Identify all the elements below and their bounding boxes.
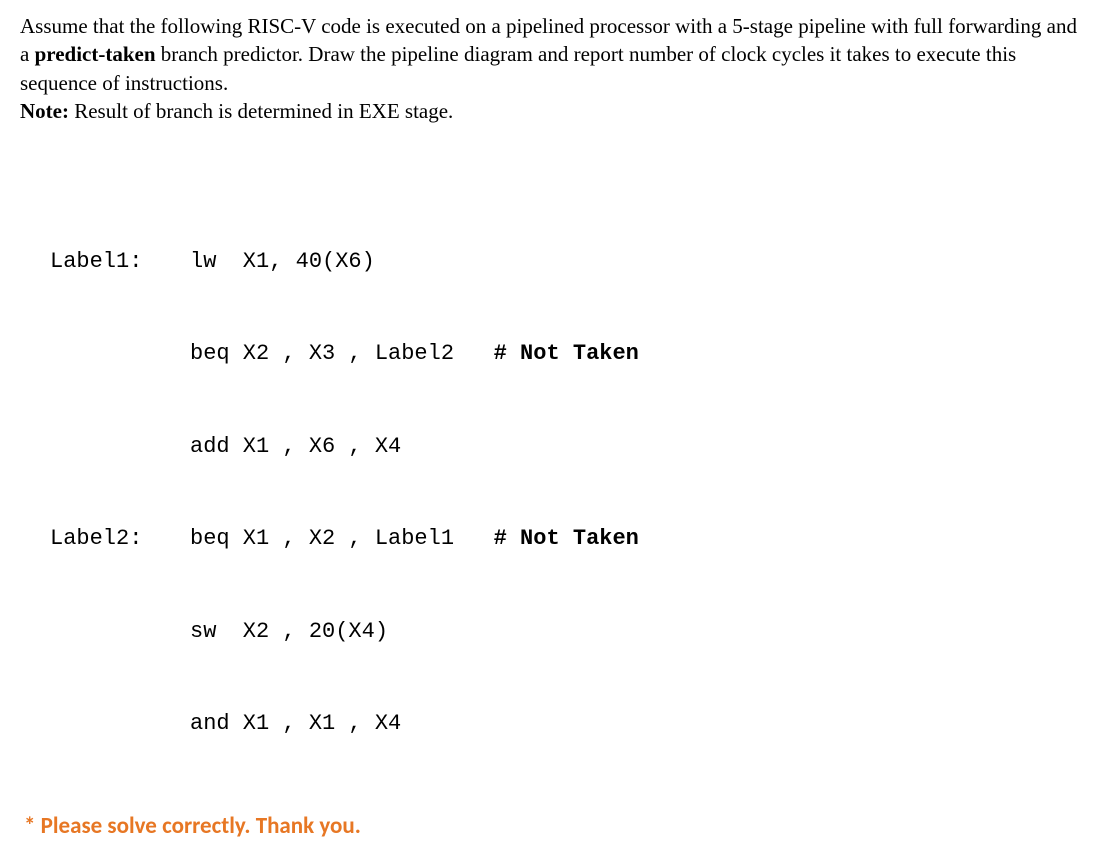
code-comment: # Not Taken: [494, 339, 639, 370]
code-instr: lw X1, 40(X6): [190, 247, 375, 278]
note-label: Note:: [20, 99, 69, 123]
intro-post: branch predictor. Draw the pipeline diag…: [20, 42, 1016, 94]
code-instr: sw X2 , 20(X4): [190, 617, 388, 648]
code-comment: # Not Taken: [494, 524, 639, 555]
code-block: Label1:lw X1, 40(X6) beq X2 , X3 , Label…: [50, 185, 1078, 770]
code-line: Label1:lw X1, 40(X6): [50, 247, 1078, 278]
code-label: [50, 709, 190, 740]
code-label: [50, 617, 190, 648]
code-label: [50, 432, 190, 463]
code-label: [50, 339, 190, 370]
code-line: and X1 , X1 , X4: [50, 709, 1078, 740]
code-label: Label1:: [50, 247, 190, 278]
code-instr: beq X2 , X3 , Label2: [190, 339, 494, 370]
footer-note: * Please solve correctly. Thank you.: [24, 811, 1078, 842]
note-text: Result of branch is determined in EXE st…: [69, 99, 453, 123]
code-instr: beq X1 , X2 , Label1: [190, 524, 494, 555]
code-label: Label2:: [50, 524, 190, 555]
note-line: Note: Result of branch is determined in …: [20, 97, 1078, 125]
intro-bold: predict-taken: [35, 42, 156, 66]
code-line: add X1 , X6 , X4: [50, 432, 1078, 463]
code-line: sw X2 , 20(X4): [50, 617, 1078, 648]
code-instr: and X1 , X1 , X4: [190, 709, 401, 740]
code-instr: add X1 , X6 , X4: [190, 432, 401, 463]
code-line: beq X2 , X3 , Label2 # Not Taken: [50, 339, 1078, 370]
code-line: Label2:beq X1 , X2 , Label1 # Not Taken: [50, 524, 1078, 555]
intro-paragraph: Assume that the following RISC-V code is…: [20, 12, 1078, 97]
problem-statement: Assume that the following RISC-V code is…: [20, 12, 1078, 125]
